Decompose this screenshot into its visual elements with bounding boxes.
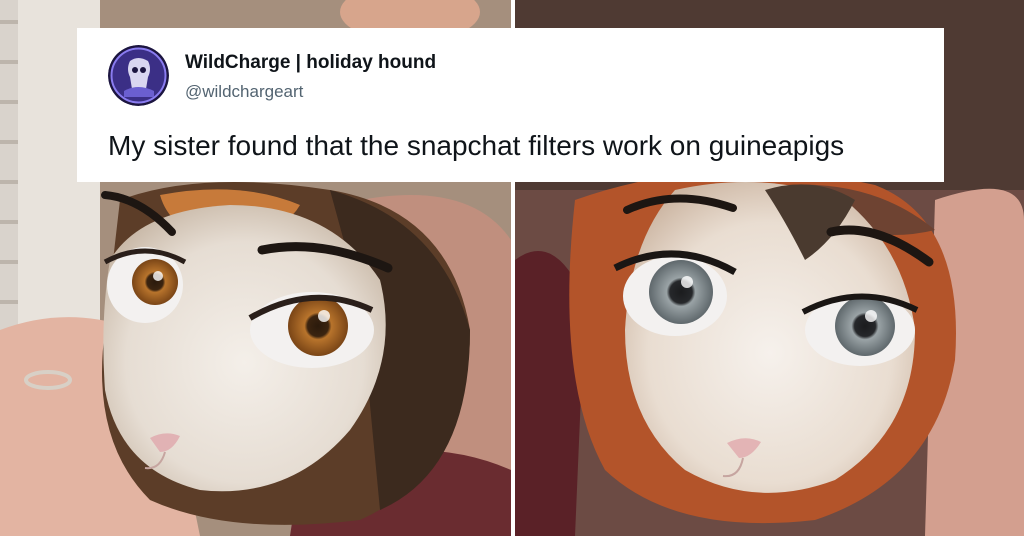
display-name[interactable]: WildCharge | holiday hound — [185, 52, 436, 74]
avatar[interactable] — [108, 45, 169, 106]
meme-image: WildCharge | holiday hound @wildchargear… — [0, 0, 1024, 536]
skull-knight-icon — [108, 45, 169, 106]
user-handle[interactable]: @wildchargeart — [185, 82, 303, 102]
tweet-text: My sister found that the snapchat filter… — [108, 130, 845, 161]
cartoon-eye-right — [248, 292, 374, 368]
tweet-card: WildCharge | holiday hound @wildchargear… — [77, 28, 944, 182]
